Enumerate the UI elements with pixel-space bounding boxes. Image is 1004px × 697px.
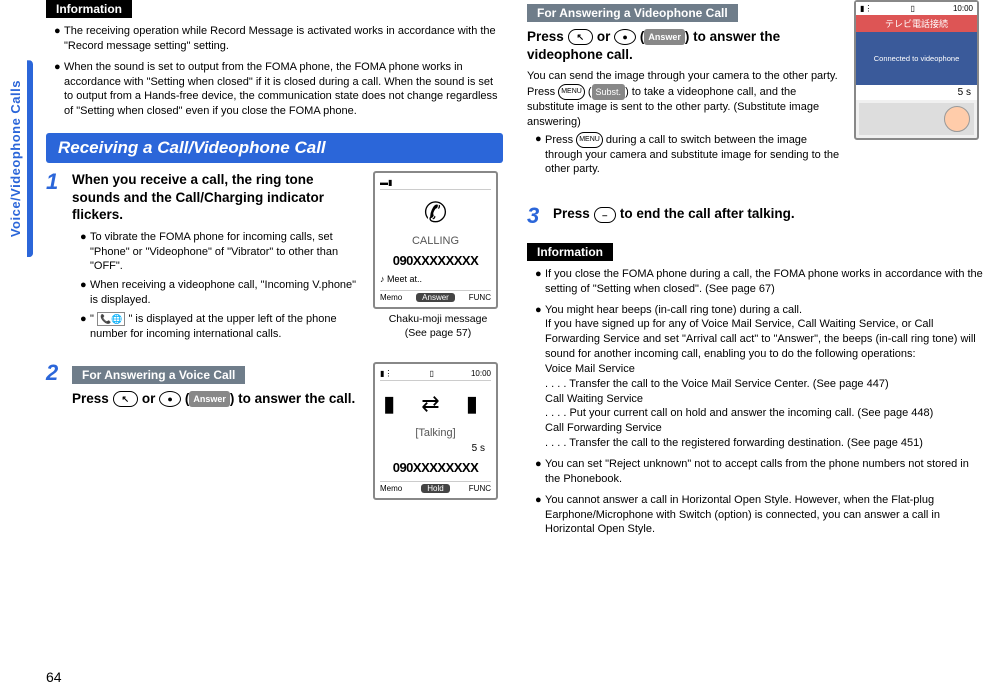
antenna-icon: ▮⋮ (380, 369, 392, 378)
call-key-icon: ↖ (113, 391, 139, 407)
step-1-bullet: ●When receiving a videophone call, "Inco… (80, 278, 363, 308)
vp-self-view (859, 103, 974, 135)
calling-label: CALLING (380, 235, 491, 247)
info-text: When the sound is set to output from the… (64, 60, 503, 119)
center-key-icon: ● (614, 29, 636, 45)
info-text: You can set "Reject unknown" not to acce… (545, 457, 984, 487)
call-key-icon: ↖ (568, 29, 594, 45)
videophone-bullet: ● Press MENU during a call to switch bet… (535, 132, 844, 178)
answer-softkey: Answer (189, 391, 230, 407)
side-tab-label: Voice/Videophone Calls (4, 60, 33, 257)
screenshot-caption: Chaku-moji message (See page 57) (373, 313, 503, 340)
softkey-right: FUNC (469, 484, 491, 493)
caller-number: 090XXXXXXXX (380, 253, 491, 268)
international-call-icon: 📞🌐 (97, 312, 125, 326)
step-1: 1 When you receive a call, the ring tone… (46, 171, 503, 346)
vp-connected-text: Connected to videophone (856, 32, 977, 85)
side-tab-container: Voice/Videophone Calls (0, 0, 36, 697)
information-label: Information (527, 243, 613, 261)
step-1-bullet: ● " 📞🌐 " is displayed at the upper left … (80, 312, 363, 342)
answer-softkey: Answer (644, 29, 685, 45)
step-number: 1 (46, 171, 64, 346)
step-2-instruction: Press ↖ or ● (Answer) to answer the call… (72, 390, 363, 408)
status-icon: ▯ (910, 4, 914, 13)
info-text: You might hear beeps (in-call ring tone)… (545, 303, 984, 451)
step-3: 3 Press ⎯ to end the call after talking. (527, 205, 984, 229)
step-2: 2 For Answering a Voice Call Press ↖ or … (46, 362, 503, 504)
bullet-text: Press MENU during a call to switch betwe… (545, 132, 844, 178)
step-number: 3 (527, 205, 545, 229)
vp-title-jp: テレビ電話接続 (856, 15, 977, 32)
antenna-icon: ▮⋮ (860, 4, 872, 13)
info-bullet: ●When the sound is set to output from th… (54, 60, 503, 119)
videophone-screenshot: ▮⋮ ▯ 10:00 テレビ電話接続 Connected to videopho… (854, 0, 979, 140)
step-3-instruction: Press ⎯ to end the call after talking. (553, 205, 984, 223)
handset-icon: ✆ (380, 196, 491, 229)
info-bullet: ● You might hear beeps (in-call ring ton… (535, 303, 984, 451)
incoming-call-screenshot: ▬▮ ✆ CALLING 090XXXXXXXX ♪ Meet at.. Mem… (373, 171, 498, 309)
call-duration: 5 s (380, 443, 491, 454)
info-bullet: ●You cannot answer a call in Horizontal … (535, 493, 984, 538)
vp-duration: 5 s (856, 85, 977, 100)
bullet-text: To vibrate the FOMA phone for incoming c… (90, 230, 363, 275)
talking-screenshot: ▮⋮ ▯ 10:00 ▮ ⇄ ▮ [Talking] 5 s 090XXXXXX… (373, 362, 498, 500)
clock-text: 10:00 (953, 4, 973, 13)
caller-number: 090XXXXXXXX (380, 460, 491, 475)
bullet-text: " 📞🌐 " is displayed at the upper left of… (90, 312, 363, 342)
bullet-text: When receiving a videophone call, "Incom… (90, 278, 363, 308)
softkey-left: Memo (380, 293, 402, 302)
menu-key-icon: MENU (576, 132, 603, 148)
videophone-sublabel: For Answering a Videophone Call (527, 4, 738, 22)
center-key-icon: ● (159, 391, 181, 407)
signal-graphic: ▮ ⇄ ▮ (380, 391, 491, 417)
antenna-icon: ▬▮ (380, 178, 392, 187)
videophone-paragraph: You can send the image through your came… (527, 69, 844, 130)
softkey-center: Hold (421, 484, 449, 493)
info-bullet: ●The receiving operation while Record Me… (54, 24, 503, 54)
softkey-right: FUNC (469, 293, 491, 302)
voice-call-sublabel: For Answering a Voice Call (72, 366, 245, 384)
step-1-title: When you receive a call, the ring tone s… (72, 171, 363, 224)
clock-text: 10:00 (471, 369, 491, 378)
info-text: The receiving operation while Record Mes… (64, 24, 503, 54)
info-text: You cannot answer a call in Horizontal O… (545, 493, 984, 538)
left-column: Information ●The receiving operation whi… (46, 0, 503, 697)
info-text: If you close the FOMA phone during a cal… (545, 267, 984, 297)
info-bullet: ●You can set "Reject unknown" not to acc… (535, 457, 984, 487)
softkey-center: Answer (416, 293, 455, 302)
page-number: 64 (46, 669, 62, 685)
softkey-left: Memo (380, 484, 402, 493)
step-1-bullet: ●To vibrate the FOMA phone for incoming … (80, 230, 363, 275)
section-title: Receiving a Call/Videophone Call (46, 133, 503, 163)
videophone-instruction: Press ↖ or ● (Answer) to answer the vide… (527, 28, 844, 63)
information-label: Information (46, 0, 132, 18)
chaku-moji-text: ♪ Meet at.. (380, 274, 491, 284)
menu-key-icon: MENU (558, 84, 585, 100)
face-icon (944, 106, 970, 132)
end-key-icon: ⎯ (594, 207, 617, 223)
info-bullet: ●If you close the FOMA phone during a ca… (535, 267, 984, 297)
step-number: 2 (46, 362, 64, 504)
subst-softkey: Subst. (592, 84, 626, 100)
talking-label: [Talking] (380, 427, 491, 439)
battery-icon: ▯ (429, 369, 433, 378)
right-column: For Answering a Videophone Call Press ↖ … (527, 0, 984, 697)
